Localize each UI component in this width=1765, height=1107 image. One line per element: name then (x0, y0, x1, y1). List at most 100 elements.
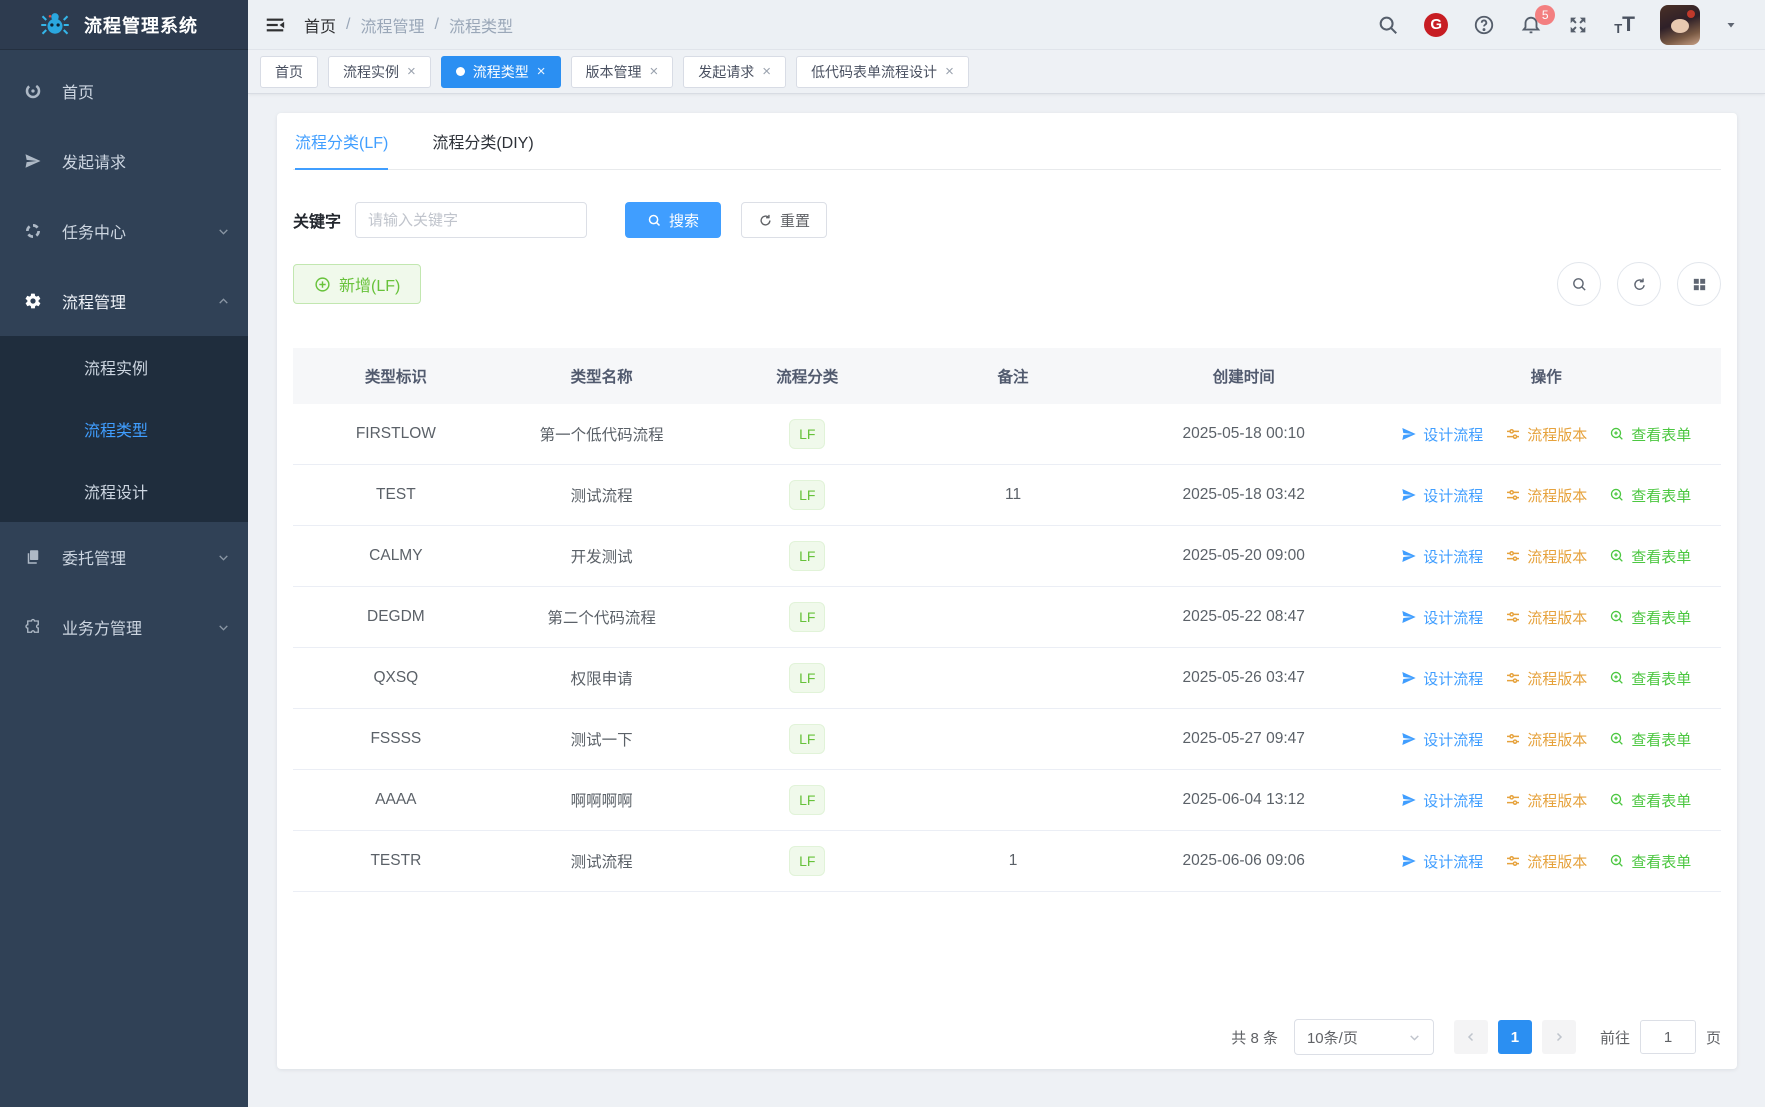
goto-page-input[interactable] (1639, 1020, 1696, 1054)
action-label: 查看表单 (1631, 609, 1692, 627)
tab-process-type[interactable]: 流程类型 × (440, 55, 561, 88)
action-label: 设计流程 (1423, 792, 1484, 810)
flow-version-link[interactable]: 流程版本 (1505, 851, 1587, 872)
close-icon[interactable]: × (762, 64, 771, 79)
view-form-link[interactable]: 查看表单 (1609, 790, 1691, 811)
sidebar-item-delegation-management[interactable]: 委托管理 (0, 522, 248, 592)
chevron-down-icon (219, 624, 228, 631)
documents-icon (27, 550, 39, 564)
reset-button[interactable]: 重置 (741, 202, 828, 238)
search-button[interactable]: 搜索 (625, 202, 722, 238)
flow-version-link[interactable]: 流程版本 (1505, 485, 1587, 506)
design-flow-link[interactable]: 设计流程 (1401, 424, 1483, 445)
design-flow-link[interactable]: 设计流程 (1401, 485, 1483, 506)
fullscreen-icon[interactable] (1567, 14, 1589, 36)
table-row: FSSSS 测试一下 LF 2025-05-27 09:47 设计流程 流程版本 (293, 709, 1721, 770)
table-refresh-button[interactable] (1617, 262, 1661, 306)
sidebar-item-label: 流程实例 (84, 361, 149, 378)
page-size-select[interactable]: 10条/页 (1293, 1019, 1434, 1055)
collapse-sidebar-icon[interactable] (264, 14, 286, 36)
cell-type-name: 开发测试 (570, 549, 633, 566)
font-size-icon[interactable]: TT (1614, 14, 1635, 35)
next-page-button[interactable] (1541, 1020, 1576, 1054)
keyword-input[interactable] (355, 202, 588, 238)
action-label: 查看表单 (1631, 853, 1692, 871)
design-flow-link[interactable]: 设计流程 (1401, 546, 1483, 567)
subtab-lf[interactable]: 流程分类(LF) (295, 129, 389, 170)
avatar-caret-icon[interactable] (1725, 19, 1737, 31)
cell-type-name: 测试一下 (570, 732, 633, 749)
sidebar-item-business-party-management[interactable]: 业务方管理 (0, 592, 248, 662)
subtab-diy[interactable]: 流程分类(DIY) (432, 129, 533, 169)
flow-version-link[interactable]: 流程版本 (1505, 607, 1587, 628)
prev-page-button[interactable] (1453, 1020, 1488, 1054)
design-flow-link[interactable]: 设计流程 (1401, 851, 1483, 872)
opened-tabs-bar: 首页 流程实例 × 流程类型 × 版本管理 × 发起请求 × 低代码表单流程设计… (248, 50, 1765, 94)
tab-version-management[interactable]: 版本管理 × (570, 55, 674, 88)
category-tag: LF (789, 480, 826, 510)
keyword-label: 关键字 (293, 214, 342, 231)
paper-plane-icon (1402, 489, 1416, 501)
table-row: CALMY 开发测试 LF 2025-05-20 09:00 设计流程 流程版本 (293, 526, 1721, 587)
sidebar-item-home[interactable]: 首页 (0, 56, 248, 126)
total-count: 共 8 条 (1231, 1029, 1278, 1047)
tab-lowcode-form-design[interactable]: 低代码表单流程设计 × (796, 55, 969, 88)
tab-process-instance[interactable]: 流程实例 × (328, 55, 431, 88)
view-form-link[interactable]: 查看表单 (1609, 485, 1691, 506)
flow-version-link[interactable]: 流程版本 (1505, 729, 1587, 750)
breadcrumb-process-type: 流程类型 (448, 18, 513, 36)
view-form-link[interactable]: 查看表单 (1609, 729, 1691, 750)
breadcrumb-home[interactable]: 首页 (304, 13, 336, 37)
user-avatar[interactable] (1660, 4, 1700, 45)
flow-version-link[interactable]: 流程版本 (1505, 790, 1587, 811)
action-label: 查看表单 (1631, 487, 1692, 505)
design-flow-link[interactable]: 设计流程 (1401, 729, 1483, 750)
sidebar-item-process-design[interactable]: 流程设计 (0, 460, 248, 522)
design-flow-link[interactable]: 设计流程 (1401, 790, 1483, 811)
cell-type-name: 第一个低代码流程 (539, 427, 664, 444)
view-form-link[interactable]: 查看表单 (1609, 424, 1691, 445)
view-form-link[interactable]: 查看表单 (1609, 546, 1691, 567)
add-lf-button[interactable]: 新增(LF) (293, 264, 422, 304)
flow-version-link[interactable]: 流程版本 (1505, 424, 1587, 445)
view-form-link[interactable]: 查看表单 (1609, 607, 1691, 628)
cell-type-name: 测试流程 (570, 854, 633, 871)
gitee-icon[interactable]: G (1424, 12, 1449, 37)
tab-home[interactable]: 首页 (260, 55, 318, 88)
table-body: FIRSTLOW 第一个低代码流程 LF 2025-05-18 00:10 设计… (293, 404, 1721, 892)
action-label: 设计流程 (1423, 487, 1484, 505)
view-form-link[interactable]: 查看表单 (1609, 851, 1691, 872)
sidebar: 流程管理系统 首页 发起请求 任务中心 流程管理 流程实例 流程类型 流程设计 … (0, 0, 248, 1107)
sidebar-item-process-management[interactable]: 流程管理 (0, 266, 248, 336)
sidebar-item-task-center[interactable]: 任务中心 (0, 196, 248, 266)
pagination: 共 8 条 10条/页 1 前往 页 (1231, 1019, 1721, 1055)
sidebar-item-process-type[interactable]: 流程类型 (0, 398, 248, 460)
sidebar-item-start-request[interactable]: 发起请求 (0, 126, 248, 196)
chevron-up-icon (219, 297, 228, 304)
flow-version-link[interactable]: 流程版本 (1505, 546, 1587, 567)
notification-badge: 5 (1535, 4, 1556, 25)
table-columns-button[interactable] (1677, 262, 1721, 306)
flow-version-link[interactable]: 流程版本 (1505, 668, 1587, 689)
action-label: 设计流程 (1423, 670, 1484, 688)
page-1-button[interactable]: 1 (1497, 1020, 1532, 1054)
tab-label: 流程类型 (472, 63, 529, 80)
font-size-small-letter: T (1614, 21, 1623, 36)
close-icon[interactable]: × (945, 64, 954, 79)
sidebar-item-process-instance[interactable]: 流程实例 (0, 336, 248, 398)
view-form-link[interactable]: 查看表单 (1609, 668, 1691, 689)
tab-start-request[interactable]: 发起请求 × (683, 55, 787, 88)
design-flow-link[interactable]: 设计流程 (1401, 607, 1483, 628)
close-icon[interactable]: × (407, 64, 416, 79)
sidebar-item-label: 发起请求 (62, 155, 127, 172)
zoom-in-icon (1611, 610, 1624, 623)
logo-icon (41, 12, 69, 34)
design-flow-link[interactable]: 设计流程 (1401, 668, 1483, 689)
table-search-toggle-button[interactable] (1557, 262, 1601, 306)
close-icon[interactable]: × (650, 64, 659, 79)
search-icon[interactable] (1377, 14, 1399, 36)
close-icon[interactable]: × (537, 64, 546, 79)
notifications-button[interactable]: 5 (1520, 4, 1556, 36)
toolbar-row: 新增(LF) (293, 262, 1721, 306)
help-icon[interactable] (1473, 14, 1495, 36)
